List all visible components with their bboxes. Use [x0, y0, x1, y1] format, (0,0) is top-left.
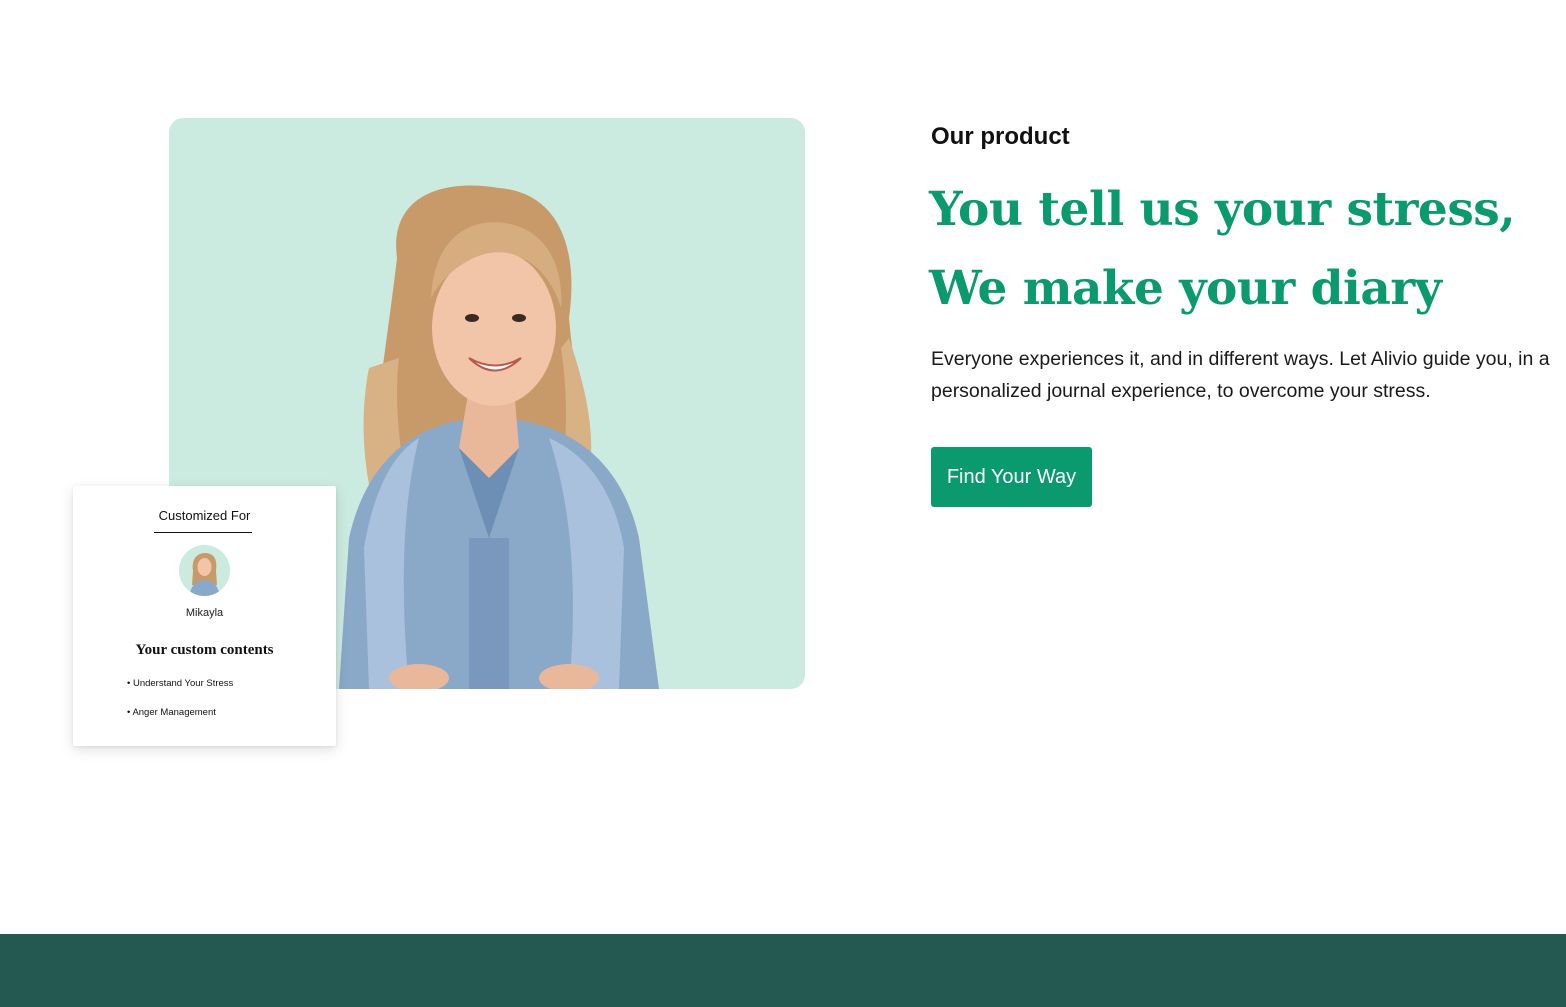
- list-item: • Understand Your Stress: [127, 678, 234, 689]
- list-item: • Anger Management: [127, 707, 216, 718]
- headline-line-2: We make your diary: [929, 261, 1442, 316]
- page-title: You tell us your stress, We make your di…: [929, 170, 1559, 328]
- product-description: Everyone experiences it, and in differen…: [931, 348, 1550, 402]
- footer-band: [0, 934, 1566, 1007]
- card-title: Customized For: [158, 508, 251, 523]
- customized-for-card: Customized For Mikayla Your custom conte…: [73, 486, 336, 746]
- card-title-underline: [154, 532, 252, 533]
- user-name: Mikayla: [185, 607, 224, 619]
- headline-line-1: You tell us your stress,: [929, 182, 1516, 237]
- page: Customized For Mikayla Your custom conte…: [0, 0, 1566, 1007]
- section-eyebrow: Our product: [931, 123, 1070, 150]
- custom-contents-heading: Your custom contents: [135, 642, 274, 658]
- find-your-way-button[interactable]: Find Your Way: [931, 447, 1092, 507]
- avatar-photo-icon: [179, 545, 230, 596]
- avatar: [179, 545, 230, 596]
- custom-contents-list: • Understand Your Stress • Anger Managem…: [127, 678, 233, 736]
